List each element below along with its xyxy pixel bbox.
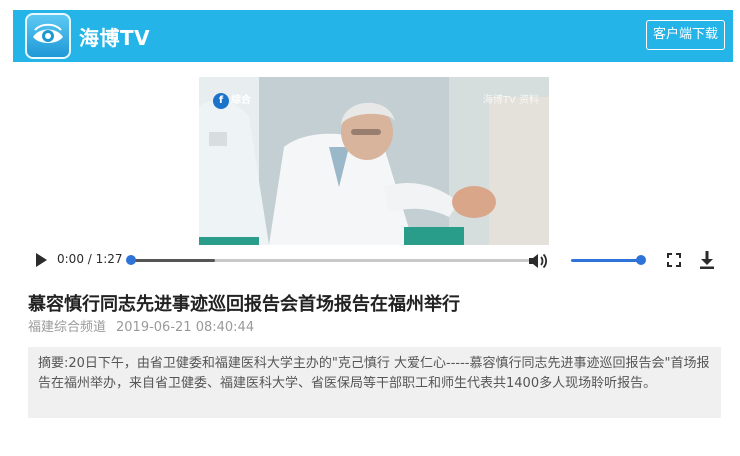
haibo-logo-icon[interactable]: [25, 13, 71, 59]
brand-title[interactable]: 海博TV: [79, 22, 150, 51]
volume-slider[interactable]: [571, 255, 646, 265]
time-display: 0:00 / 1:27: [57, 252, 123, 266]
article-summary: 摘要:20日下午，由省卫健委和福建医科大学主办的"克己慎行 大爱仁心-----慕…: [38, 356, 710, 391]
player-controls: 0:00 / 1:27: [13, 245, 733, 277]
volume-handle[interactable]: [636, 255, 646, 265]
article-meta: 福建综合频道 2019-06-21 08:40:44: [28, 316, 254, 335]
seek-buffered: [131, 259, 215, 262]
fj-channel-icon: f: [213, 93, 229, 109]
article-title: 慕容慎行同志先进事迹巡回报告会首场报告在福州举行: [28, 294, 460, 315]
play-icon[interactable]: [36, 253, 47, 267]
channel-name: 福建综合频道: [28, 320, 107, 335]
download-icon[interactable]: [699, 251, 715, 273]
fullscreen-icon[interactable]: [667, 253, 681, 267]
download-client-button[interactable]: 客户端下载: [645, 20, 725, 50]
page: 海博TV 客户端下载 f 综合 海博TV 资料 0:00 / 1:27 慕容慎行…: [13, 0, 733, 456]
seek-handle[interactable]: [126, 255, 136, 265]
video-watermark: 海博TV 资料: [482, 95, 539, 106]
article-summary-box: 摘要:20日下午，由省卫健委和福建医科大学主办的"克己慎行 大爱仁心-----慕…: [28, 347, 721, 418]
channel-logo-label: 综合: [231, 95, 251, 106]
video-frame[interactable]: f 综合 海博TV 资料: [199, 77, 549, 245]
channel-logo: f 综合: [213, 91, 251, 109]
volume-icon[interactable]: [527, 251, 549, 275]
publish-datetime: 2019-06-21 08:40:44: [116, 320, 255, 335]
app-header: 海博TV 客户端下载: [13, 10, 733, 62]
seek-bar[interactable]: [126, 255, 531, 265]
